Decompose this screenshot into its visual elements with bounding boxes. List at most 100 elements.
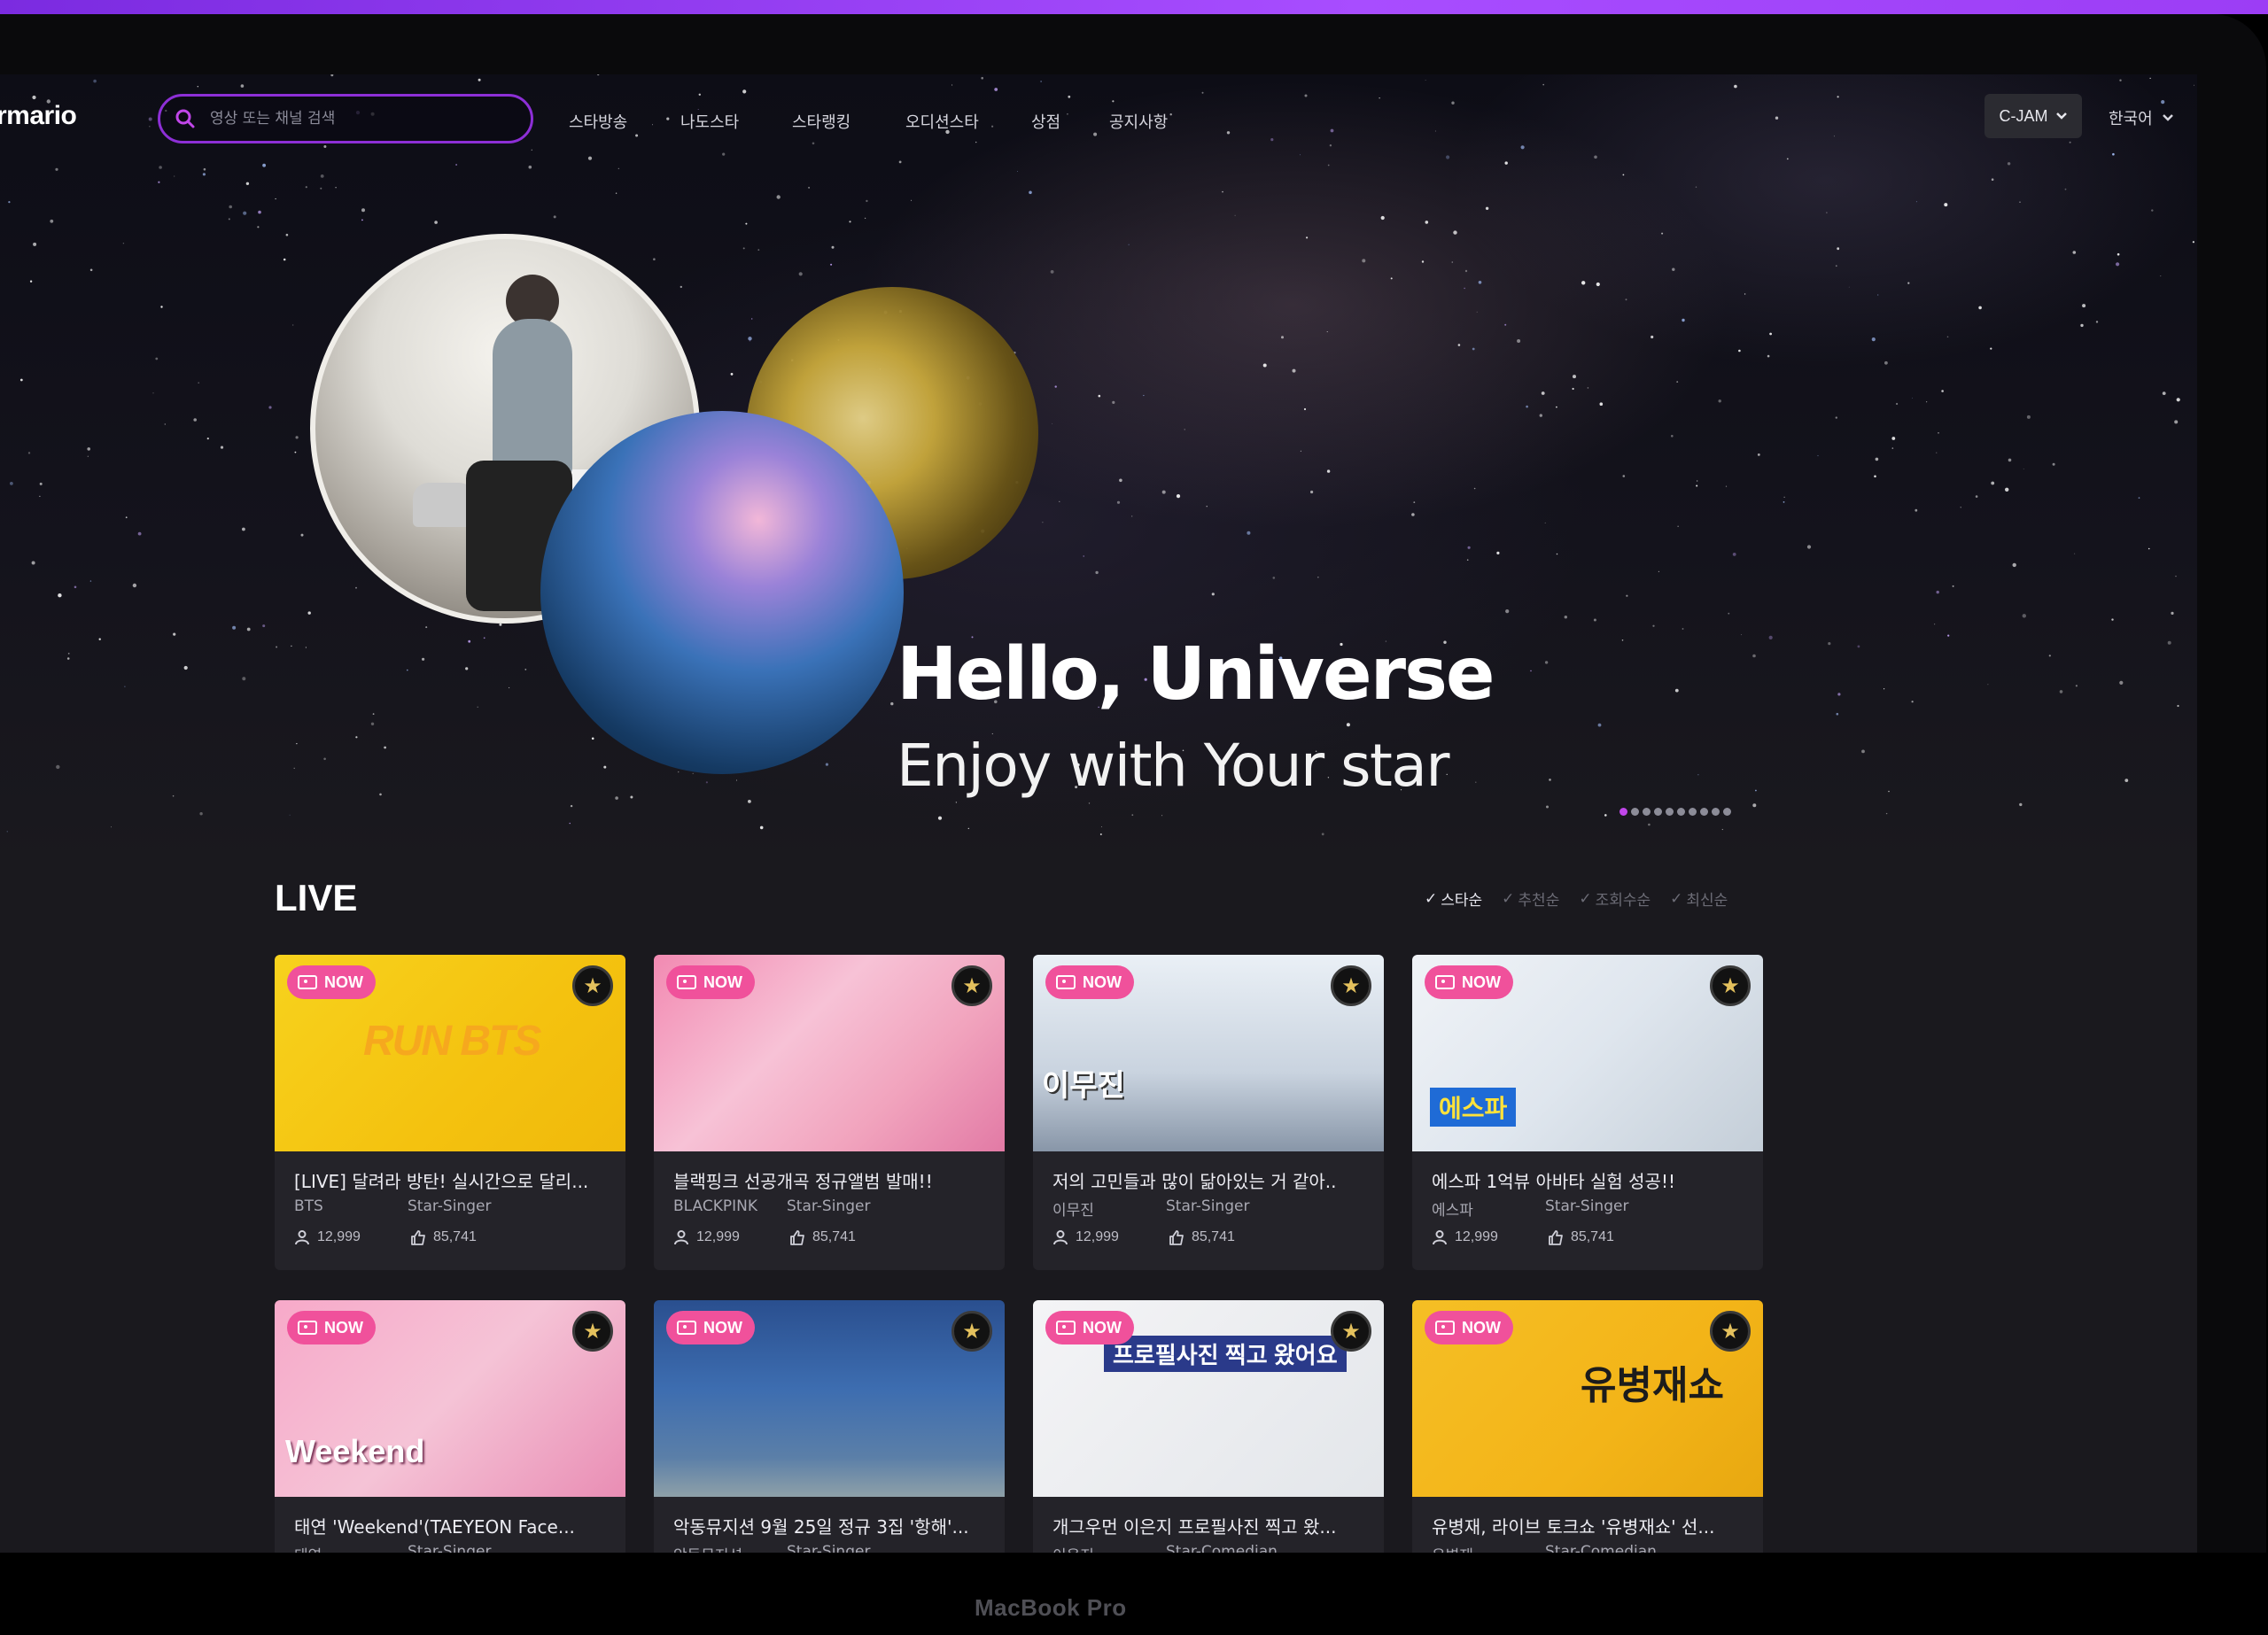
- live-card-title[interactable]: 악동뮤지션 9월 25일 정규 3집 '항해'...: [673, 1513, 992, 1538]
- star-icon[interactable]: ★: [1331, 965, 1371, 1006]
- live-card-thumbnail[interactable]: 유병재쇼 NOW ★: [1412, 1300, 1763, 1497]
- star-dot: [1926, 401, 1928, 403]
- star-dot: [1891, 437, 1896, 440]
- star-icon[interactable]: ★: [951, 965, 992, 1006]
- star-dot: [292, 324, 294, 326]
- star-dot: [1222, 190, 1223, 193]
- star-dot: [2124, 779, 2129, 782]
- live-card-thumbnail[interactable]: RUN BTS NOW ★: [275, 955, 625, 1151]
- star-dot: [158, 181, 160, 183]
- star-dot: [19, 378, 23, 382]
- carousel-dot[interactable]: [1677, 808, 1685, 816]
- star-dot: [1362, 259, 1366, 263]
- live-card[interactable]: NOW ★ 블랙핑크 선공개곡 정규앨범 발매!! BLACKPINK Star-Sin…: [654, 955, 1005, 1270]
- user-icon: [295, 1230, 309, 1245]
- nav-me-star[interactable]: 나도스타: [680, 110, 739, 133]
- star-dot: [748, 337, 752, 341]
- star-icon[interactable]: ★: [1710, 965, 1751, 1006]
- live-card-title[interactable]: 저의 고민들과 많이 닮아있는 거 같아..: [1052, 1167, 1371, 1193]
- live-card-artist[interactable]: BLACKPINK: [673, 1197, 757, 1215]
- nav-audition-star[interactable]: 오디션스타: [905, 110, 979, 133]
- star-icon[interactable]: ★: [951, 1311, 992, 1352]
- star-dot: [173, 632, 176, 636]
- star-dot: [1848, 286, 1850, 288]
- star-dot: [1912, 397, 1913, 399]
- live-card-title[interactable]: 유병재, 라이브 토크쇼 '유병재쇼' 선...: [1432, 1513, 1751, 1538]
- star-dot: [1652, 624, 1655, 627]
- sort-star[interactable]: ✓ 스타순: [1425, 887, 1482, 910]
- search-icon[interactable]: [175, 108, 196, 129]
- star-icon[interactable]: ★: [572, 965, 613, 1006]
- hero-banner[interactable]: Hello, Universe Enjoy with Your star: [0, 74, 2197, 863]
- live-card-artist[interactable]: BTS: [294, 1197, 323, 1215]
- sort-recommended[interactable]: ✓ 추천순: [1502, 887, 1559, 910]
- carousel-dot[interactable]: [1700, 808, 1708, 816]
- language-dropdown[interactable]: 한국어: [2109, 106, 2174, 129]
- live-card[interactable]: NOW★악동뮤지션 9월 25일 정규 3집 '항해'...악동뮤지션Star-…: [654, 1300, 1005, 1567]
- live-card[interactable]: WeekendNOW★태연 'Weekend'(TAEYEON Face...태…: [275, 1300, 625, 1567]
- nav-star-broadcast[interactable]: 스타방송: [569, 110, 627, 133]
- star-dot: [425, 626, 428, 629]
- live-card-artist[interactable]: 에스파: [1432, 1197, 1473, 1220]
- live-card-title[interactable]: [LIVE] 달려라 방탄! 실시간으로 달리...: [294, 1167, 613, 1193]
- star-icon[interactable]: ★: [1710, 1311, 1751, 1352]
- star-dot: [1952, 585, 1954, 587]
- live-card-title[interactable]: 개그우먼 이은지 프로필사진 찍고 왔...: [1052, 1513, 1371, 1538]
- star-icon[interactable]: ★: [1331, 1311, 1371, 1352]
- live-card-thumbnail[interactable]: 프로필사진 찍고 왔어요 NOW ★: [1033, 1300, 1384, 1497]
- live-card-thumbnail[interactable]: NOW ★: [654, 1300, 1005, 1497]
- star-dot: [615, 796, 618, 800]
- now-live-badge: NOW: [666, 965, 755, 999]
- carousel-dot[interactable]: [1631, 808, 1639, 816]
- star-icon[interactable]: ★: [572, 1311, 613, 1352]
- sort-views[interactable]: ✓ 조회수순: [1579, 887, 1651, 910]
- live-card-thumbnail[interactable]: Weekend NOW ★: [275, 1300, 625, 1497]
- now-live-badge: NOW: [287, 1311, 376, 1344]
- carousel-dot[interactable]: [1643, 808, 1651, 816]
- carousel-dot[interactable]: [1619, 808, 1627, 816]
- star-dot: [1728, 612, 1730, 615]
- star-dot: [2022, 614, 2026, 618]
- nav-notice[interactable]: 공지사항: [1109, 110, 1168, 133]
- carousel-dot[interactable]: [1712, 808, 1720, 816]
- live-card[interactable]: 프로필사진 찍고 왔어요NOW★개그우먼 이은지 프로필사진 찍고 왔...이은…: [1033, 1300, 1384, 1567]
- star-dot: [355, 586, 357, 589]
- live-card-title[interactable]: 블랙핑크 선공개곡 정규앨범 발매!!: [673, 1167, 992, 1193]
- star-dot: [2019, 201, 2021, 203]
- live-card[interactable]: 이무진 NOW ★ 저의 고민들과 많이 닮아있는 거 같아.. 이무진 Star-Sin…: [1033, 955, 1384, 1270]
- carousel-dot[interactable]: [1654, 808, 1662, 816]
- carousel-dot[interactable]: [1689, 808, 1697, 816]
- sort-latest[interactable]: ✓ 최신순: [1670, 887, 1728, 910]
- live-card-artist[interactable]: 이무진: [1052, 1197, 1094, 1220]
- live-card[interactable]: RUN BTS NOW ★ [LIVE] 달려라 방탄! 실시간으로 달리... BTS…: [275, 955, 625, 1270]
- live-card-thumbnail[interactable]: 에스파 NOW ★: [1412, 955, 1763, 1151]
- account-dropdown[interactable]: C-JAM: [1984, 94, 2082, 138]
- live-card-title[interactable]: 태연 'Weekend'(TAEYEON Face...: [294, 1513, 613, 1538]
- star-dot: [1593, 618, 1596, 622]
- star-dot: [2064, 188, 2067, 190]
- star-dot: [1526, 405, 1528, 408]
- live-card-thumbnail[interactable]: NOW ★: [654, 955, 1005, 1151]
- live-card[interactable]: 에스파 NOW ★ 에스파 1억뷰 아바타 실험 성공!! 에스파 Star-Singer…: [1412, 955, 1763, 1270]
- star-dot: [1682, 318, 1685, 322]
- thumbnail-caption: Weekend: [285, 1433, 425, 1469]
- search-input[interactable]: [210, 107, 511, 130]
- star-dot: [1176, 494, 1181, 499]
- carousel-dots[interactable]: [1619, 808, 1731, 816]
- nav-star-ranking[interactable]: 스타랭킹: [792, 110, 850, 133]
- search-box[interactable]: [158, 94, 533, 143]
- live-card-title[interactable]: 에스파 1억뷰 아바타 실험 성공!!: [1432, 1167, 1751, 1193]
- star-dot: [849, 221, 851, 223]
- live-card[interactable]: 유병재쇼NOW★유병재, 라이브 토크쇼 '유병재쇼' 선...유병재Star-…: [1412, 1300, 1763, 1567]
- site-logo[interactable]: rmario: [0, 101, 77, 131]
- live-card-thumbnail[interactable]: 이무진 NOW ★: [1033, 955, 1384, 1151]
- live-card-category: Star-Singer: [1166, 1197, 1250, 1215]
- carousel-dot[interactable]: [1666, 808, 1674, 816]
- star-dot: [1651, 335, 1654, 339]
- tv-icon: [677, 1321, 696, 1335]
- star-dot: [202, 173, 206, 176]
- nav-store[interactable]: 상점: [1031, 110, 1060, 133]
- star-dot: [89, 268, 93, 272]
- star-dot: [1938, 432, 1939, 434]
- carousel-dot[interactable]: [1723, 808, 1731, 816]
